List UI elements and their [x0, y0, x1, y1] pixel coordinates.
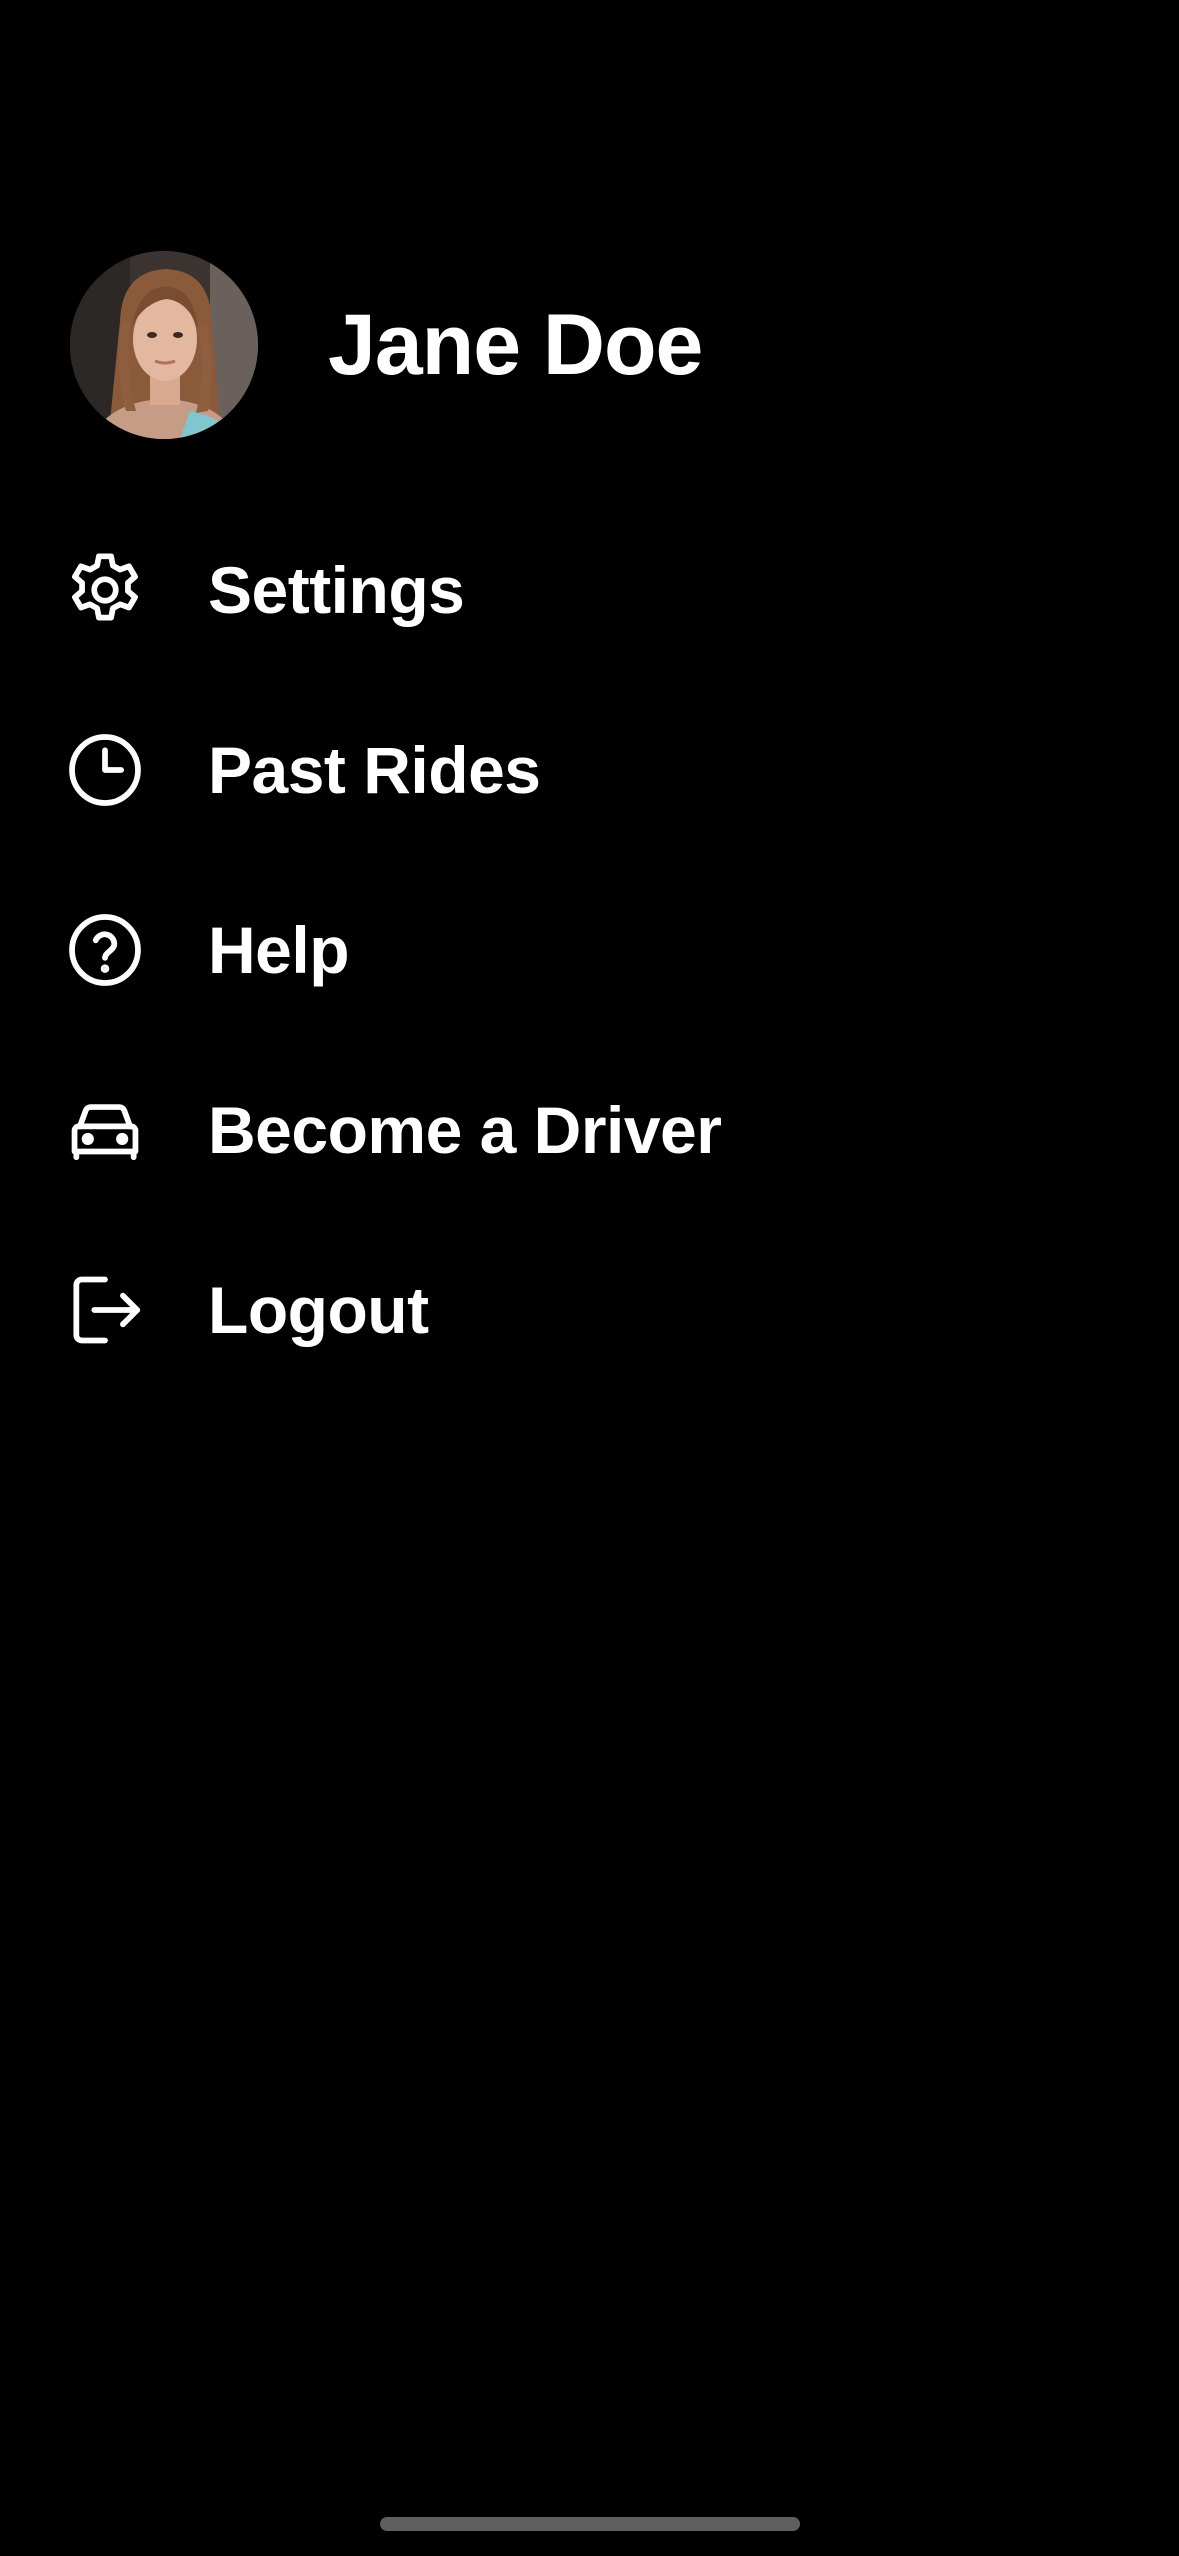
home-indicator[interactable] — [380, 2517, 800, 2531]
menu-item-logout[interactable]: Logout — [62, 1220, 1122, 1400]
profile-header[interactable]: Jane Doe — [70, 250, 703, 440]
menu-item-help[interactable]: Help — [62, 860, 1122, 1040]
menu-label-become-driver: Become a Driver — [208, 1093, 722, 1167]
clock-icon — [62, 727, 148, 813]
menu-item-settings[interactable]: Settings — [62, 500, 1122, 680]
menu-label-settings: Settings — [208, 553, 465, 627]
menu-label-past-rides: Past Rides — [208, 733, 541, 807]
car-icon — [62, 1087, 148, 1173]
question-circle-icon — [62, 907, 148, 993]
user-name: Jane Doe — [328, 297, 703, 393]
menu-item-become-driver[interactable]: Become a Driver — [62, 1040, 1122, 1220]
gear-icon — [62, 547, 148, 633]
avatar[interactable] — [70, 251, 258, 439]
menu-label-help: Help — [208, 913, 350, 987]
logout-icon — [62, 1267, 148, 1353]
side-menu: Settings Past Rides Help Become a Driver… — [62, 500, 1122, 1400]
menu-label-logout: Logout — [208, 1273, 429, 1347]
menu-item-past-rides[interactable]: Past Rides — [62, 680, 1122, 860]
avatar-photo — [70, 251, 258, 439]
